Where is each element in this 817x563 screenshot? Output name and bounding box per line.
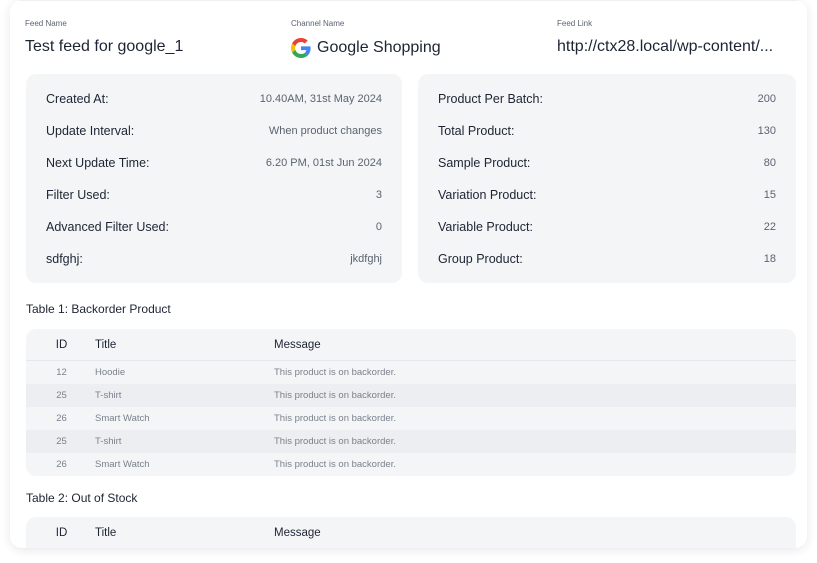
cell-id: 12 xyxy=(56,367,67,378)
info-row-total-product: Total Product: 130 xyxy=(438,121,776,141)
product-stats-panel: Product Per Batch: 200 Total Product: 13… xyxy=(418,74,796,283)
table-row[interactable]: 26 Smart Watch This product is on backor… xyxy=(26,453,796,476)
info-row-advanced-filter: Advanced Filter Used: 0 xyxy=(46,217,382,237)
cell-title: Hoodie xyxy=(95,367,126,378)
feed-link-block: Feed Link http://ctx28.local/wp-content/… xyxy=(557,19,773,56)
info-row-filter-used: Filter Used: 3 xyxy=(46,185,382,205)
feed-name-label: Feed Name xyxy=(25,19,67,28)
table2-title: Table 2: Out of Stock xyxy=(26,491,138,505)
info-label: sdfghj: xyxy=(46,252,83,266)
info-value: 200 xyxy=(757,93,776,105)
cell-id: 26 xyxy=(56,413,67,424)
cell-message: This product is on backorder. xyxy=(274,459,396,470)
column-header-title[interactable]: Title xyxy=(95,527,274,539)
backorder-table: ID Title Message 12 Hoodie This product … xyxy=(26,329,796,476)
table-header: ID Title Message xyxy=(26,517,796,548)
info-row-variation-product: Variation Product: 15 xyxy=(438,185,776,205)
feed-link-value[interactable]: http://ctx28.local/wp-content/... xyxy=(557,38,773,56)
info-value: 18 xyxy=(763,253,776,265)
cell-title: T-shirt xyxy=(95,436,122,447)
cell-id: 26 xyxy=(56,459,67,470)
info-label: Filter Used: xyxy=(46,188,110,202)
cell-title: T-shirt xyxy=(95,390,122,401)
table-header: ID Title Message xyxy=(26,329,796,361)
channel-name-value: Google Shopping xyxy=(291,38,441,58)
info-label: Variable Product: xyxy=(438,220,533,234)
cell-message: This product is on backorder. xyxy=(274,436,396,447)
info-value: 22 xyxy=(763,221,776,233)
cell-title: Smart Watch xyxy=(95,413,150,424)
info-row-variable-product: Variable Product: 22 xyxy=(438,217,776,237)
cell-message: This product is on backorder. xyxy=(274,367,396,378)
feed-link-label: Feed Link xyxy=(557,19,593,28)
table-row[interactable]: 26 Smart Watch This product is on backor… xyxy=(26,407,796,430)
info-value: 6.20 PM, 01st Jun 2024 xyxy=(265,157,382,169)
table-row[interactable]: 25 T-shirt This product is on backorder. xyxy=(26,384,796,407)
cell-id: 25 xyxy=(56,390,67,401)
feed-schedule-panel: Created At: 10.40AM, 31st May 2024 Updat… xyxy=(26,74,402,283)
info-row-custom: sdfghj: jkdfghj xyxy=(46,249,382,269)
channel-name-block: Channel Name Google Shopping xyxy=(291,19,441,58)
info-value: 130 xyxy=(757,125,776,137)
info-row-sample-product: Sample Product: 80 xyxy=(438,153,776,173)
info-label: Next Update Time: xyxy=(46,156,150,170)
info-value: 0 xyxy=(375,221,382,233)
column-header-title[interactable]: Title xyxy=(95,339,274,351)
feed-name-block: Feed Name Test feed for google_1 xyxy=(25,19,183,56)
cell-id: 25 xyxy=(56,436,67,447)
info-value: jkdfghj xyxy=(350,253,382,265)
info-row-group-product: Group Product: 18 xyxy=(438,249,776,269)
table-row[interactable]: 12 Hoodie This product is on backorder. xyxy=(26,361,796,384)
info-row-next-update: Next Update Time: 6.20 PM, 01st Jun 2024 xyxy=(46,153,382,173)
info-label: Created At: xyxy=(46,92,109,106)
info-label: Update Interval: xyxy=(46,124,135,138)
info-value: 15 xyxy=(763,189,776,201)
info-label: Advanced Filter Used: xyxy=(46,220,169,234)
info-label: Product Per Batch: xyxy=(438,92,543,106)
info-label: Total Product: xyxy=(438,124,515,138)
column-header-message[interactable]: Message xyxy=(274,527,796,539)
google-logo-icon xyxy=(291,38,311,58)
info-row-update-interval: Update Interval: When product changes xyxy=(46,121,382,141)
column-header-id[interactable]: ID xyxy=(26,527,95,539)
info-label: Variation Product: xyxy=(438,188,537,202)
channel-name-label: Channel Name xyxy=(291,19,345,28)
cell-message: This product is on backorder. xyxy=(274,413,396,424)
info-row-created-at: Created At: 10.40AM, 31st May 2024 xyxy=(46,89,382,109)
channel-name-text: Google Shopping xyxy=(317,39,441,56)
table-row[interactable]: 25 T-shirt This product is on backorder. xyxy=(26,430,796,453)
column-header-id[interactable]: ID xyxy=(26,339,95,351)
info-value: 10.40AM, 31st May 2024 xyxy=(259,93,382,105)
out-of-stock-table: ID Title Message xyxy=(26,517,796,548)
column-header-message[interactable]: Message xyxy=(274,339,796,351)
info-value: 80 xyxy=(763,157,776,169)
info-label: Group Product: xyxy=(438,252,523,266)
info-label: Sample Product: xyxy=(438,156,531,170)
info-value: 3 xyxy=(375,189,382,201)
table1-title: Table 1: Backorder Product xyxy=(26,302,171,316)
info-row-per-batch: Product Per Batch: 200 xyxy=(438,89,776,109)
cell-message: This product is on backorder. xyxy=(274,390,396,401)
cell-title: Smart Watch xyxy=(95,459,150,470)
feed-name-value: Test feed for google_1 xyxy=(25,38,184,55)
top-divider xyxy=(10,0,807,1)
feed-details-card: Feed Name Test feed for google_1 Channel… xyxy=(10,0,807,548)
info-value: When product changes xyxy=(268,125,382,137)
